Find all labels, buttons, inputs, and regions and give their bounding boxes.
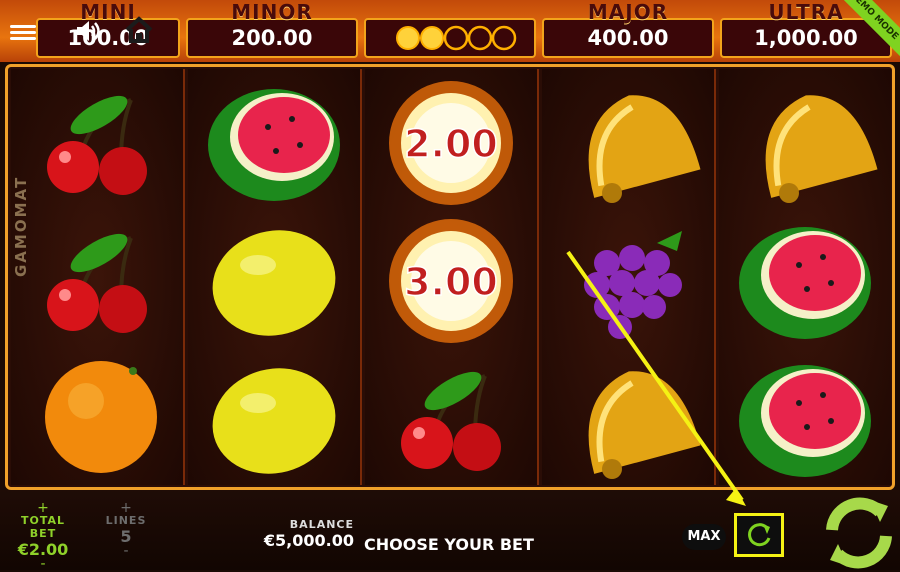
jackpot-mini-label: MINI <box>80 0 136 24</box>
symbol-cherry <box>47 95 147 195</box>
symbol-cherry <box>401 371 501 471</box>
reel-5 <box>719 69 891 485</box>
symbol-cherry <box>47 233 147 333</box>
balance-label: BALANCE <box>289 518 354 531</box>
demo-badge: DEMO MODE <box>840 0 900 59</box>
jackpot-major: MAJOR 400.00 <box>542 0 714 58</box>
lines-increase-button[interactable]: + <box>100 501 152 515</box>
symbol-bell <box>588 95 701 203</box>
reel-3: 2.00 3.00 <box>365 69 539 485</box>
balance-value: €5,000.00 <box>263 531 354 550</box>
jackpot-mini: MINI 100.00 <box>36 0 180 58</box>
bonus-progress-dots <box>396 25 517 51</box>
symbol-coin: 3.00 <box>389 219 513 343</box>
lines-decrease-button[interactable]: - <box>100 544 152 558</box>
symbol-lemon <box>212 368 336 474</box>
total-bet-label: TOTAL BET <box>20 514 66 540</box>
jackpot-minor: MINOR 200.00 <box>186 0 358 58</box>
jackpot-major-label: MAJOR <box>587 0 669 24</box>
reel-4 <box>542 69 716 485</box>
symbol-coin: 2.00 <box>389 81 513 205</box>
status-message: CHOOSE YOUR BET <box>364 535 534 554</box>
symbol-watermelon <box>739 227 871 339</box>
symbol-bell <box>588 371 701 479</box>
symbol-lemon <box>212 230 336 336</box>
reel-2 <box>188 69 362 485</box>
bet-decrease-button[interactable]: - <box>8 557 78 571</box>
symbol-grapes <box>584 231 682 339</box>
max-bet-button[interactable]: MAX <box>682 524 726 550</box>
brand-label: GAMOMAT <box>12 175 30 277</box>
coin-value-2: 3.00 <box>404 260 498 304</box>
symbol-orange <box>45 361 157 473</box>
lines-label: LINES <box>105 514 147 527</box>
symbol-watermelon <box>208 89 340 201</box>
bonus-progress <box>364 18 536 58</box>
coin-value-1: 2.00 <box>404 122 498 166</box>
jackpot-major-value: 400.00 <box>587 26 669 50</box>
jackpot-minor-label: MINOR <box>231 0 313 24</box>
demo-badge-corner: DEMO MODE <box>840 0 900 60</box>
jackpot-mini-value: 100.00 <box>67 26 149 50</box>
spin-button[interactable] <box>818 494 900 570</box>
symbol-bell <box>765 95 878 203</box>
menu-icon[interactable] <box>10 22 36 42</box>
total-bet: + TOTAL BET €2.00 - <box>8 501 78 571</box>
reel-1 <box>11 69 185 485</box>
sound-icon[interactable] <box>74 18 102 44</box>
reel-area: 2.00 3.00 GAMOMAT <box>5 64 895 490</box>
symbol-watermelon <box>739 365 871 477</box>
balance: BALANCE €5,000.00 <box>238 518 354 550</box>
autoplay-button[interactable] <box>734 513 784 557</box>
home-icon[interactable] <box>124 16 154 44</box>
bet-increase-button[interactable]: + <box>8 501 78 515</box>
autoplay-icon <box>748 523 771 547</box>
jackpot-minor-value: 200.00 <box>231 26 313 50</box>
lines: + LINES 5 - <box>100 501 152 558</box>
